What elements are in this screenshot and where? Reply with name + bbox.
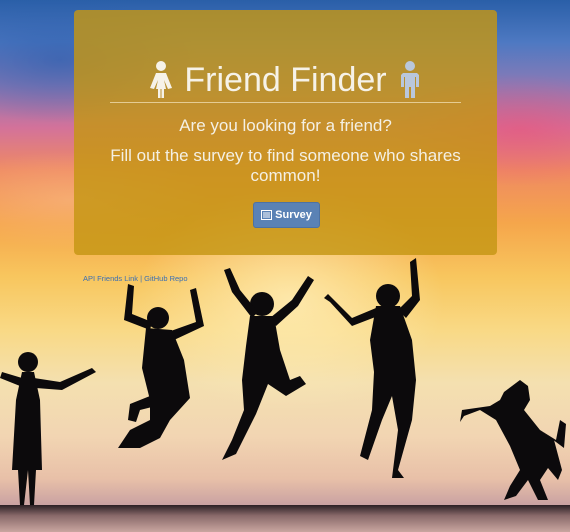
jumping-people-silhouette [0,258,566,505]
page-title: Friend Finder [184,61,387,99]
survey-button[interactable]: Survey [253,202,320,228]
title-row: Friend Finder [74,58,497,102]
api-friends-link[interactable]: API Friends Link [83,274,138,283]
male-person-icon [397,61,423,99]
link-separator: | [140,274,143,283]
question-text: Are you looking for a friend? [179,116,392,135]
survey-button-label: Survey [275,209,312,221]
hero-panel: Friend Finder Are you looking for a frie… [74,10,497,255]
github-repo-link[interactable]: GitHub Repo [144,274,187,283]
footer-links: API Friends Link | GitHub Repo [83,274,188,283]
instructions-text: Fill out the survey to find someone who … [110,146,461,185]
title-divider [110,102,461,103]
female-person-icon [148,61,174,99]
list-alt-icon [261,210,273,220]
